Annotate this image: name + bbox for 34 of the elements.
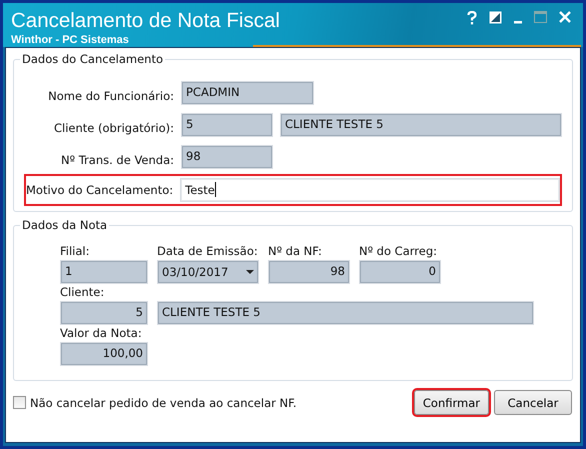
window-title: Cancelamento de Nota Fiscal: [11, 9, 280, 33]
field-label: Data de Emissão:: [157, 244, 259, 259]
field-label: Nº do Carreg:: [359, 244, 438, 259]
checkbox-label: Não cancelar pedido de venda ao cancelar NF.: [30, 396, 297, 410]
input-field[interactable]: Teste: [180, 178, 560, 202]
contrast-icon[interactable]: [489, 11, 502, 24]
input-field[interactable]: CLIENTE TESTE 5: [280, 113, 562, 137]
field-label: Valor da Nota:: [60, 326, 143, 341]
cancel-button[interactable]: Cancelar: [494, 390, 572, 415]
help-icon[interactable]: [467, 11, 477, 25]
checkbox[interactable]: [13, 396, 26, 409]
field-label: Nº Trans. de Venda:: [60, 152, 175, 167]
input-field[interactable]: 98: [268, 260, 350, 284]
input-field[interactable]: 03/10/2017: [157, 260, 259, 284]
group-title: Dados do Cancelamento: [20, 52, 165, 66]
input-field[interactable]: 5: [181, 113, 273, 137]
field-label: Cliente (obrigatório):: [53, 120, 175, 135]
dropdown-arrow-icon[interactable]: [246, 270, 254, 274]
field-label: Nº da NF:: [268, 244, 323, 259]
input-field[interactable]: 98: [181, 145, 273, 169]
field-label: Filial:: [60, 244, 90, 259]
field-label: Motivo do Cancelamento:: [26, 183, 174, 197]
input-field[interactable]: 1: [60, 260, 148, 284]
input-field[interactable]: 5: [60, 301, 148, 325]
confirm-button[interactable]: Confirmar: [414, 390, 489, 415]
input-field[interactable]: PCADMIN: [181, 81, 314, 105]
close-icon[interactable]: [559, 11, 571, 23]
input-field[interactable]: 0: [359, 260, 441, 284]
input-field[interactable]: 100,00: [60, 342, 148, 366]
field-label: Cliente:: [60, 285, 106, 300]
input-field[interactable]: CLIENTE TESTE 5: [157, 301, 534, 325]
field-label: Nome do Funcionário:: [47, 88, 175, 103]
window-subtitle: Winthor - PC Sistemas: [11, 34, 130, 46]
group-title: Dados da Nota: [20, 218, 110, 232]
